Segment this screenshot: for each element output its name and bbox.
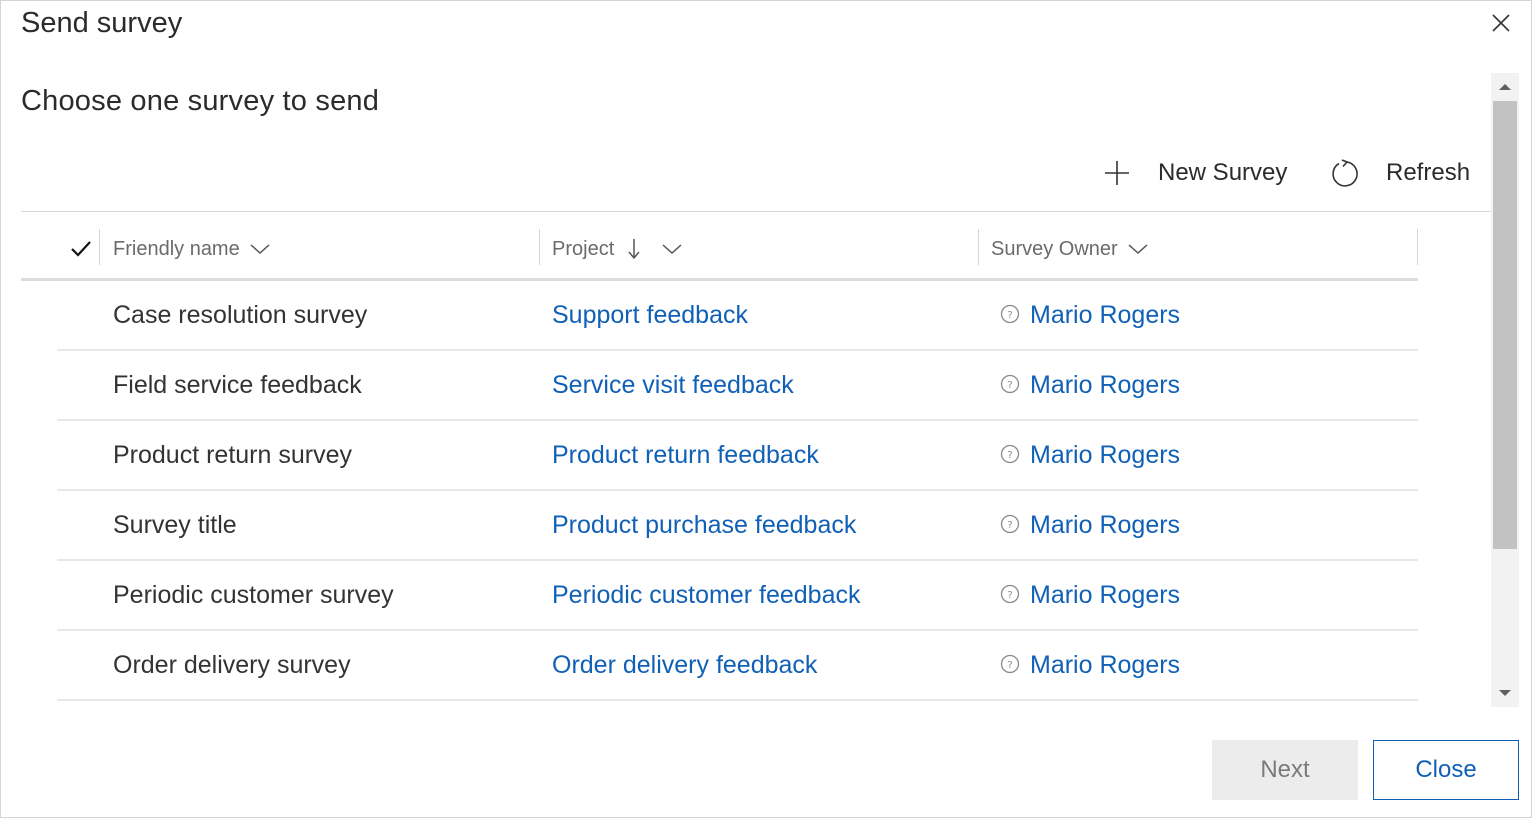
close-button[interactable]: Close <box>1373 740 1519 800</box>
command-bar-divider <box>21 211 1491 212</box>
scrollbar-thumb[interactable] <box>1493 101 1517 549</box>
column-label-survey-owner: Survey Owner <box>991 237 1118 260</box>
column-header-survey-owner[interactable]: Survey Owner <box>991 229 1150 269</box>
refresh-button[interactable]: Refresh <box>1330 153 1470 193</box>
user-unknown-icon: ? <box>1000 584 1020 604</box>
select-all-checkbox[interactable] <box>69 229 93 269</box>
table-row[interactable]: Case resolution survey Support feedback … <box>1 281 1491 351</box>
user-unknown-icon: ? <box>1000 654 1020 674</box>
column-separator <box>1417 229 1418 265</box>
chevron-down-icon <box>1128 244 1148 255</box>
project-link[interactable]: Periodic customer feedback <box>552 581 860 610</box>
chevron-down-icon <box>662 244 682 255</box>
survey-name: Survey title <box>113 511 237 539</box>
chevron-down-icon <box>250 244 270 255</box>
vertical-scrollbar[interactable] <box>1491 73 1519 707</box>
refresh-label: Refresh <box>1386 159 1471 186</box>
svg-text:?: ? <box>1007 380 1012 391</box>
table-header: Friendly name Project Survey Owner <box>21 219 1418 279</box>
scroll-down-arrow-icon[interactable] <box>1491 681 1519 705</box>
scroll-up-arrow-icon[interactable] <box>1491 75 1519 99</box>
table-row[interactable]: Periodic customer survey Periodic custom… <box>1 561 1491 631</box>
checkmark-icon <box>71 241 91 257</box>
column-separator <box>99 229 100 265</box>
svg-text:?: ? <box>1007 590 1012 601</box>
owner-link[interactable]: Mario Rogers <box>1030 301 1180 330</box>
svg-text:?: ? <box>1007 450 1012 461</box>
project-link[interactable]: Support feedback <box>552 301 748 330</box>
user-unknown-icon: ? <box>1000 514 1020 534</box>
close-icon[interactable] <box>1487 9 1515 37</box>
user-unknown-icon: ? <box>1000 374 1020 394</box>
new-survey-label: New Survey <box>1158 159 1288 186</box>
column-label-project: Project <box>552 237 615 260</box>
table-row[interactable]: Survey title Product purchase feedback ?… <box>1 491 1491 561</box>
table-row[interactable]: Order delivery survey Order delivery fee… <box>1 631 1491 701</box>
column-separator <box>539 229 540 265</box>
owner-link[interactable]: Mario Rogers <box>1030 441 1180 470</box>
column-header-friendly-name[interactable]: Friendly name <box>113 229 272 269</box>
dialog-subtitle: Choose one survey to send <box>21 85 380 117</box>
refresh-icon <box>1332 159 1358 187</box>
send-survey-dialog: Send survey Choose one survey to send Ne… <box>0 0 1532 818</box>
svg-text:?: ? <box>1007 660 1012 671</box>
owner-link[interactable]: Mario Rogers <box>1030 651 1180 680</box>
plus-icon <box>1105 161 1129 185</box>
row-divider <box>57 699 1418 701</box>
user-unknown-icon: ? <box>1000 444 1020 464</box>
survey-name: Periodic customer survey <box>113 581 394 609</box>
survey-name: Field service feedback <box>113 371 362 399</box>
svg-text:?: ? <box>1007 310 1012 321</box>
column-separator <box>978 229 979 265</box>
owner-link[interactable]: Mario Rogers <box>1030 511 1180 540</box>
project-link[interactable]: Order delivery feedback <box>552 651 817 680</box>
table-row[interactable]: Product return survey Product return fee… <box>1 421 1491 491</box>
user-unknown-icon: ? <box>1000 304 1020 324</box>
svg-text:?: ? <box>1007 520 1012 531</box>
survey-name: Product return survey <box>113 441 352 469</box>
table-row[interactable]: Field service feedback Service visit fee… <box>1 351 1491 421</box>
new-survey-button[interactable]: New Survey <box>1102 153 1287 193</box>
sort-descending-arrow-icon <box>628 239 640 260</box>
column-label-friendly-name: Friendly name <box>113 237 240 260</box>
survey-name: Case resolution survey <box>113 301 368 329</box>
owner-link[interactable]: Mario Rogers <box>1030 581 1180 610</box>
dialog-title: Send survey <box>21 7 183 39</box>
column-header-project[interactable]: Project <box>552 229 684 269</box>
survey-name: Order delivery survey <box>113 651 351 679</box>
owner-link[interactable]: Mario Rogers <box>1030 371 1180 400</box>
project-link[interactable]: Product return feedback <box>552 441 819 470</box>
project-link[interactable]: Service visit feedback <box>552 371 794 400</box>
next-button[interactable]: Next <box>1212 740 1358 800</box>
project-link[interactable]: Product purchase feedback <box>552 511 856 540</box>
